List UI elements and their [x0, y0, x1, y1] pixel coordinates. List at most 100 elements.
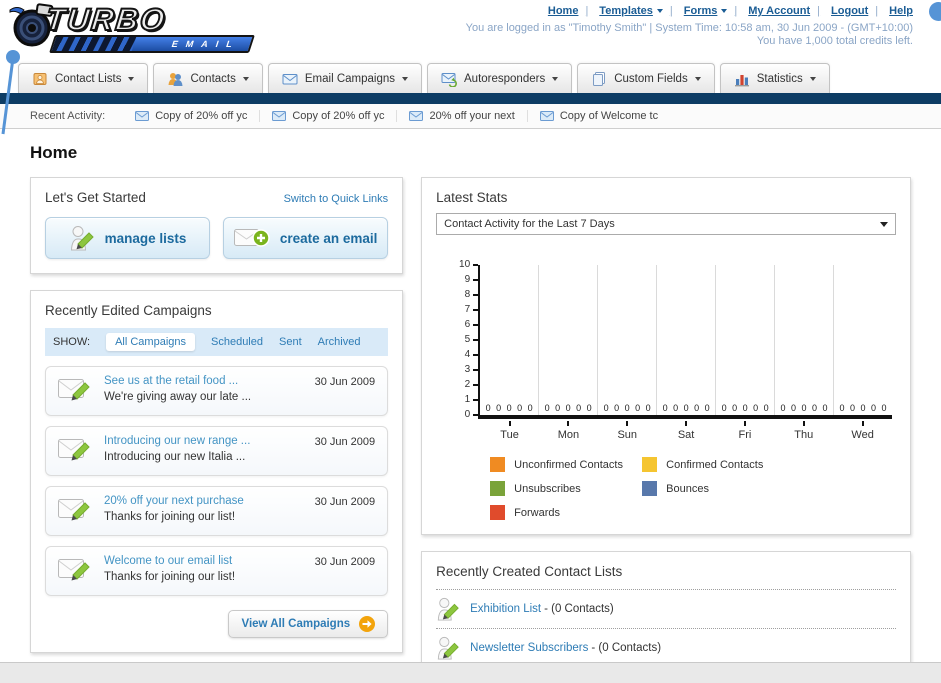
x-axis-label: Mon: [539, 421, 598, 441]
x-axis-label: Sun: [598, 421, 657, 441]
recent-activity-item[interactable]: Copy of 20% off yc: [260, 110, 398, 122]
campaign-subtitle: Thanks for joining our list!: [104, 511, 236, 523]
recent-activity-bar: Recent Activity: Copy of 20% off yc Copy…: [0, 104, 941, 129]
header-link-templates[interactable]: Templates: [578, 5, 663, 17]
contact-lists-icon: [33, 72, 47, 85]
nav-divider-bar: [0, 93, 941, 104]
envelope-pencil-icon: [58, 379, 90, 401]
x-axis-label: Thu: [774, 421, 833, 441]
tab-email-campaigns[interactable]: Email Campaigns: [267, 63, 422, 93]
manage-lists-button[interactable]: manage lists: [45, 217, 211, 259]
chart-day-group: 00000: [539, 265, 599, 415]
main-nav: Contact Lists Contacts Email Campaigns A…: [0, 60, 941, 93]
dropdown-arrow-icon: [809, 76, 816, 81]
tab-contacts[interactable]: Contacts: [153, 63, 263, 93]
campaign-date: 30 Jun 2009: [314, 556, 376, 568]
chart-plot: 00000 00000 00000 00000 00000 00000 00000: [478, 265, 892, 419]
contact-list-count: - (0 Contacts): [544, 603, 614, 615]
person-pencil-icon: [437, 597, 459, 621]
dropdown-arrow-icon: [128, 76, 135, 81]
tick-mark: [743, 421, 746, 426]
y-axis-tick: 7: [450, 305, 479, 315]
recent-activity-label: Recent Activity:: [30, 110, 106, 122]
contact-list-item[interactable]: Exhibition List - (0 Contacts): [436, 590, 896, 629]
campaign-title-link[interactable]: 20% off your next purchase: [104, 495, 244, 507]
tab-label: Custom Fields: [614, 72, 688, 85]
dropdown-arrow-icon: [402, 76, 408, 81]
filter-scheduled[interactable]: Scheduled: [211, 336, 263, 348]
contact-list-link[interactable]: Newsletter Subscribers: [470, 642, 588, 654]
envelope-icon: [135, 111, 150, 121]
stats-dropdown-value: Contact Activity for the Last 7 Days: [444, 218, 615, 230]
legend-swatch-icon: [642, 481, 658, 496]
chart-day-group: 00000: [598, 265, 658, 415]
create-email-label: create an email: [279, 230, 378, 246]
app-logo[interactable]: TURBO EMAIL: [8, 1, 255, 54]
x-axis-label: Fri: [716, 421, 775, 441]
campaign-subtitle: We're giving away our late ...: [104, 391, 252, 403]
get-started-panel: Let's Get Started Switch to Quick Links …: [30, 177, 404, 274]
tick-mark: [685, 421, 688, 426]
chart-day-group: 00000: [657, 265, 717, 415]
campaign-card[interactable]: Welcome to our email list Thanks for joi…: [45, 546, 389, 596]
y-axis-tick: 8: [450, 290, 479, 300]
filter-sent[interactable]: Sent: [279, 336, 302, 348]
data-labels: 00000: [780, 403, 828, 413]
stats-dropdown[interactable]: Contact Activity for the Last 7 Days: [436, 213, 896, 235]
page-title: Home: [30, 143, 78, 162]
show-label: SHOW:: [53, 336, 91, 348]
y-axis-tick: 10: [450, 260, 479, 270]
y-axis-tick: 5: [450, 335, 479, 345]
tab-statistics[interactable]: Statistics: [719, 63, 830, 93]
app-window: TURBO EMAIL Home Templates Forms My Acco…: [0, 0, 941, 683]
switch-quick-links-link[interactable]: Switch to Quick Links: [284, 193, 389, 205]
data-labels: 00000: [721, 403, 769, 413]
y-axis-tick: 9: [450, 275, 479, 285]
campaign-card[interactable]: See us at the retail food ... We're givi…: [45, 366, 389, 416]
header-link-my-account[interactable]: My Account: [727, 5, 810, 17]
campaign-card[interactable]: Introducing our new range ... Introducin…: [45, 426, 389, 476]
recent-activity-item[interactable]: Copy of Welcome tc: [528, 110, 670, 122]
campaign-title-link[interactable]: Welcome to our email list: [104, 555, 235, 567]
header-link-forms[interactable]: Forms: [663, 5, 728, 17]
y-axis-tick: 6: [450, 320, 479, 330]
tick-mark: [567, 421, 570, 426]
tick-mark: [802, 421, 805, 426]
header-links: Home Templates Forms My Account Logout H…: [548, 5, 913, 17]
x-axis-label: Sat: [657, 421, 716, 441]
legend-item: Forwards: [490, 505, 642, 520]
header-link-home[interactable]: Home: [548, 5, 579, 17]
tab-contact-lists[interactable]: Contact Lists: [18, 63, 149, 93]
tab-custom-fields[interactable]: Custom Fields: [577, 63, 715, 93]
logo-text: TURBO EMAIL: [43, 1, 255, 54]
legend-item: Confirmed Contacts: [642, 457, 794, 472]
tab-autoresponders[interactable]: Autoresponders: [427, 63, 573, 93]
recent-activity-item[interactable]: 20% off your next: [397, 110, 528, 122]
custom-fields-icon: [593, 71, 606, 86]
data-labels: 00000: [662, 403, 710, 413]
contact-activity-chart: 10 9 8 7 6 5 4 3 2 1 0 000000000000000000000000000…: [436, 260, 896, 520]
campaign-date: 30 Jun 2009: [314, 376, 376, 388]
data-labels: 00000: [544, 403, 592, 413]
chart-y-axis: 10 9 8 7 6 5 4 3 2 1 0: [450, 260, 479, 420]
create-email-button[interactable]: create an email: [223, 217, 389, 259]
filter-archived[interactable]: Archived: [318, 336, 361, 348]
chart-x-labels: Tue Mon Sun Sat Fri Thu Wed: [480, 421, 892, 441]
campaign-title-link[interactable]: See us at the retail food ...: [104, 375, 251, 387]
get-started-title: Let's Get Started: [45, 190, 146, 205]
header-link-logout[interactable]: Logout: [810, 5, 868, 17]
campaign-title-link[interactable]: Introducing our new range ...: [104, 435, 250, 447]
y-axis-tick: 2: [450, 380, 479, 390]
campaign-date: 30 Jun 2009: [314, 436, 376, 448]
data-labels: 00000: [603, 403, 651, 413]
data-labels: 00000: [839, 403, 887, 413]
header-link-help[interactable]: Help: [868, 5, 913, 17]
contact-lists-title: Recently Created Contact Lists: [436, 564, 623, 579]
tab-label: Statistics: [756, 72, 803, 85]
contact-list-link[interactable]: Exhibition List: [470, 603, 541, 615]
filter-all-campaigns[interactable]: All Campaigns: [106, 333, 195, 351]
view-all-campaigns-button[interactable]: View All Campaigns: [228, 610, 389, 638]
recent-activity-item[interactable]: Copy of 20% off yc: [123, 110, 261, 122]
x-axis-label: Tue: [480, 421, 539, 441]
campaign-card[interactable]: 20% off your next purchase Thanks for jo…: [45, 486, 389, 536]
